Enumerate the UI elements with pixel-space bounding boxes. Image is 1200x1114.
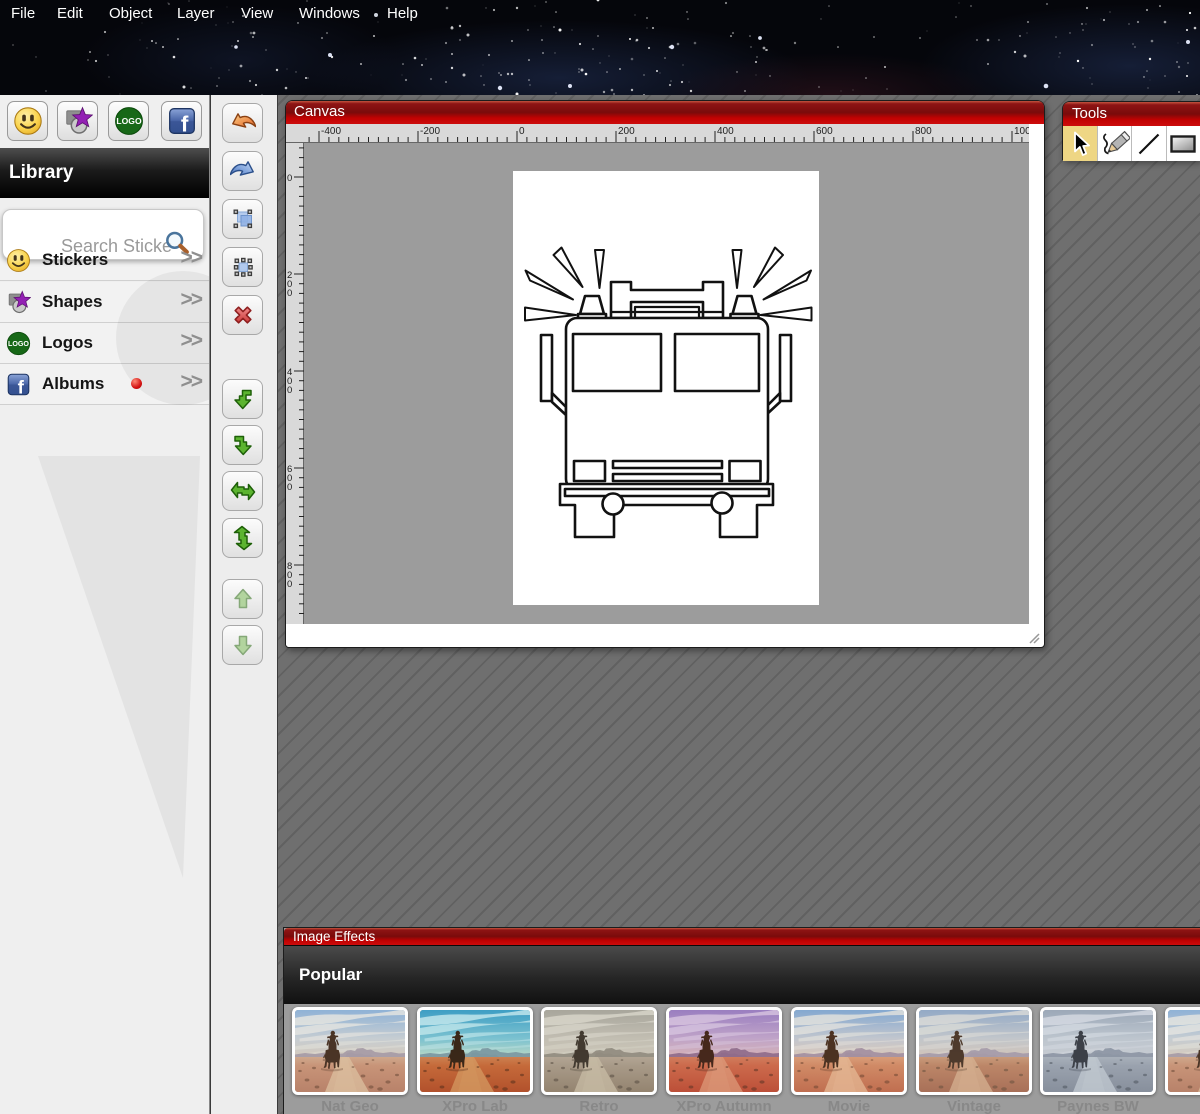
svg-text:800: 800 xyxy=(915,126,932,137)
svg-text:0: 0 xyxy=(519,126,525,137)
svg-text:600: 600 xyxy=(816,126,833,137)
svg-text:f: f xyxy=(18,376,25,397)
svg-text:0: 0 xyxy=(287,288,292,299)
svg-text:0: 0 xyxy=(287,579,292,590)
svg-text:f: f xyxy=(180,112,188,136)
svg-text:0: 0 xyxy=(287,482,292,493)
svg-text:0: 0 xyxy=(287,173,292,184)
svg-text:0: 0 xyxy=(287,385,292,396)
svg-text:-400: -400 xyxy=(321,126,341,137)
svg-text:LOGO: LOGO xyxy=(116,116,142,126)
svg-text:1000: 1000 xyxy=(1014,126,1029,137)
svg-text:400: 400 xyxy=(717,126,734,137)
svg-text:-200: -200 xyxy=(420,126,440,137)
svg-text:LOGO: LOGO xyxy=(8,340,29,348)
svg-text:200: 200 xyxy=(618,126,635,137)
